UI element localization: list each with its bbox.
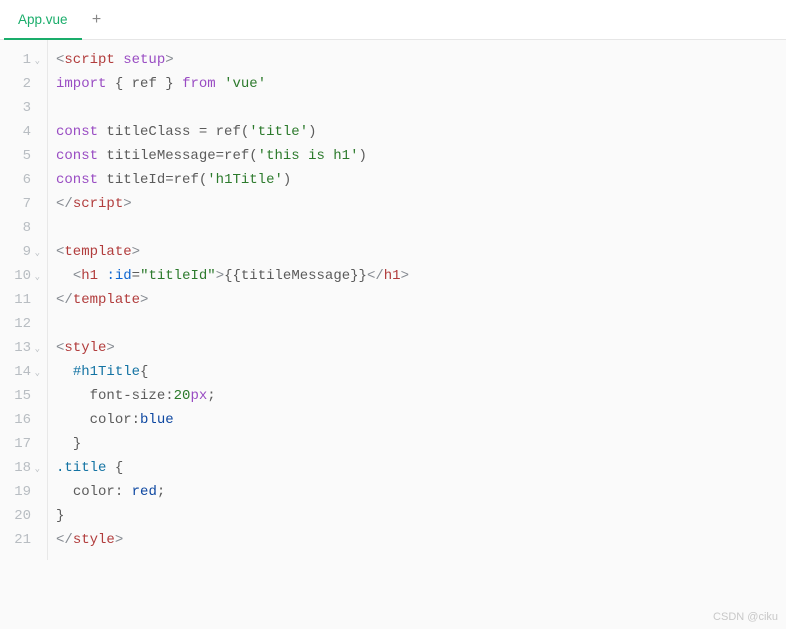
code-area[interactable]: <script setup>import { ref } from 'vue' … [48, 40, 786, 560]
line-number: 4 [0, 120, 41, 144]
new-tab-button[interactable]: + [82, 11, 112, 29]
line-number: 11 [0, 288, 41, 312]
code-line[interactable]: #h1Title{ [56, 360, 786, 384]
code-line[interactable]: color: red; [56, 480, 786, 504]
line-number: 15 [0, 384, 41, 408]
line-number: 13⌄ [0, 336, 41, 360]
code-line[interactable]: <script setup> [56, 48, 786, 72]
fold-chevron-icon[interactable]: ⌄ [35, 361, 40, 385]
line-number: 14⌄ [0, 360, 41, 384]
code-line[interactable]: </style> [56, 528, 786, 552]
tab-app-vue[interactable]: App.vue [4, 0, 82, 40]
code-line[interactable]: const titleId=ref('h1Title') [56, 168, 786, 192]
fold-chevron-icon[interactable]: ⌄ [35, 49, 40, 73]
line-number: 20 [0, 504, 41, 528]
line-number: 12 [0, 312, 41, 336]
line-number: 8 [0, 216, 41, 240]
code-line[interactable]: font-size:20px; [56, 384, 786, 408]
line-number: 2 [0, 72, 41, 96]
code-line[interactable]: </template> [56, 288, 786, 312]
line-number: 16 [0, 408, 41, 432]
code-line[interactable]: import { ref } from 'vue' [56, 72, 786, 96]
code-line[interactable]: </script> [56, 192, 786, 216]
line-number: 21 [0, 528, 41, 552]
fold-chevron-icon[interactable]: ⌄ [35, 265, 40, 289]
code-line[interactable]: .title { [56, 456, 786, 480]
gutter: 1⌄23456789⌄10⌄111213⌄14⌄15161718⌄192021 [0, 40, 48, 560]
code-line[interactable]: const titileMessage=ref('this is h1') [56, 144, 786, 168]
code-line[interactable]: color:blue [56, 408, 786, 432]
line-number: 6 [0, 168, 41, 192]
fold-chevron-icon[interactable]: ⌄ [35, 337, 40, 361]
line-number: 7 [0, 192, 41, 216]
code-line[interactable]: const titleClass = ref('title') [56, 120, 786, 144]
fold-chevron-icon[interactable]: ⌄ [35, 241, 40, 265]
line-number: 1⌄ [0, 48, 41, 72]
code-line[interactable] [56, 312, 786, 336]
line-number: 5 [0, 144, 41, 168]
line-number: 17 [0, 432, 41, 456]
code-line[interactable] [56, 216, 786, 240]
code-editor[interactable]: 1⌄23456789⌄10⌄111213⌄14⌄15161718⌄192021 … [0, 40, 786, 560]
code-line[interactable]: <template> [56, 240, 786, 264]
line-number: 10⌄ [0, 264, 41, 288]
tab-bar: App.vue + [0, 0, 786, 40]
code-line[interactable]: } [56, 504, 786, 528]
code-line[interactable]: <style> [56, 336, 786, 360]
fold-chevron-icon[interactable]: ⌄ [35, 457, 40, 481]
code-line[interactable]: } [56, 432, 786, 456]
line-number: 19 [0, 480, 41, 504]
watermark: CSDN @ciku [713, 611, 778, 623]
line-number: 3 [0, 96, 41, 120]
code-line[interactable]: <h1 :id="titleId">{{titileMessage}}</h1> [56, 264, 786, 288]
code-line[interactable] [56, 96, 786, 120]
line-number: 18⌄ [0, 456, 41, 480]
line-number: 9⌄ [0, 240, 41, 264]
